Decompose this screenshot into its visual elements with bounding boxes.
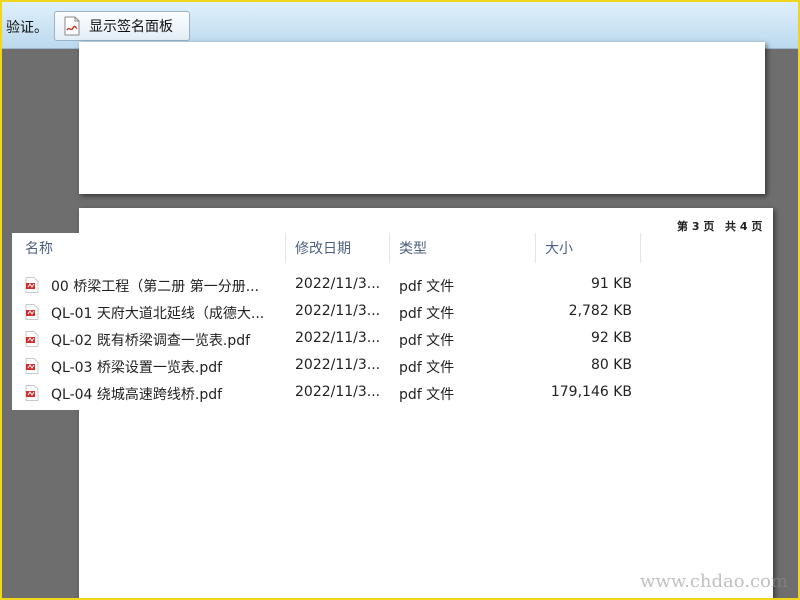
file-name: QL-04 绕城高速跨线桥.pdf — [51, 387, 223, 403]
column-divider[interactable] — [640, 233, 641, 263]
signature-panel-icon — [64, 16, 80, 36]
file-row[interactable]: QL-04 绕城高速跨线桥.pdf 2022/11/3... pdf 文件 17… — [12, 380, 642, 406]
file-row[interactable]: 00 桥梁工程（第二册 第一分册... 2022/11/3... pdf 文件 … — [12, 272, 642, 298]
file-row[interactable]: QL-03 桥梁设置一览表.pdf 2022/11/3... pdf 文件 80… — [12, 353, 642, 379]
pdf-file-icon — [25, 331, 39, 347]
file-type: pdf 文件 — [399, 360, 455, 376]
file-name: QL-03 桥梁设置一览表.pdf — [51, 360, 223, 376]
page-count: 共 4 页 — [725, 220, 763, 233]
pdf-file-icon — [25, 358, 39, 374]
file-list-popup: 名称 修改日期 类型 大小 00 桥梁工程（第二册 第一分册... 2022/1… — [12, 233, 642, 410]
file-row[interactable]: QL-02 既有桥梁调查一览表.pdf 2022/11/3... pdf 文件 … — [12, 326, 642, 352]
file-size: 179,146 KB — [550, 384, 632, 400]
file-type: pdf 文件 — [399, 333, 455, 349]
file-modified: 2022/11/3... — [295, 276, 381, 292]
file-size: 2,782 KB — [568, 303, 632, 319]
column-divider[interactable] — [389, 233, 390, 263]
show-signature-panel-label: 显示签名面板 — [89, 19, 173, 35]
file-modified: 2022/11/3... — [295, 357, 381, 373]
file-name: QL-01 天府大道北延线（成德大... — [51, 306, 265, 322]
file-row[interactable]: QL-01 天府大道北延线（成德大... 2022/11/3... pdf 文件… — [12, 299, 642, 325]
file-modified: 2022/11/3... — [295, 330, 381, 346]
window-frame: 验证。 显示签名面板 第 3 页 共 4 页 名称 修改日期 类型 大小 00 … — [0, 0, 800, 600]
column-header-modified[interactable]: 修改日期 — [295, 238, 351, 258]
toolbar-text: 验证。 — [6, 20, 48, 36]
column-divider[interactable] — [535, 233, 536, 263]
file-type: pdf 文件 — [399, 306, 455, 322]
watermark: www.chdao.com — [640, 571, 788, 592]
file-modified: 2022/11/3... — [295, 384, 381, 400]
column-header-size[interactable]: 大小 — [545, 238, 573, 258]
pdf-file-icon — [25, 304, 39, 320]
file-size: 80 KB — [590, 357, 632, 373]
show-signature-panel-button[interactable]: 显示签名面板 — [54, 11, 190, 41]
column-header-type[interactable]: 类型 — [399, 238, 427, 258]
file-name: 00 桥梁工程（第二册 第一分册... — [51, 279, 260, 295]
file-name: QL-02 既有桥梁调查一览表.pdf — [51, 333, 251, 349]
column-divider[interactable] — [285, 233, 286, 263]
pdf-file-icon — [25, 385, 39, 401]
file-list-header: 名称 修改日期 类型 大小 — [12, 233, 642, 263]
file-size: 92 KB — [590, 330, 632, 346]
file-type: pdf 文件 — [399, 279, 455, 295]
column-header-name[interactable]: 名称 — [25, 238, 53, 258]
pdf-page-1 — [79, 42, 765, 194]
file-type: pdf 文件 — [399, 387, 455, 403]
file-modified: 2022/11/3... — [295, 303, 381, 319]
page-number: 第 3 页 — [677, 220, 715, 233]
pdf-file-icon — [25, 277, 39, 293]
file-size: 91 KB — [590, 276, 632, 292]
